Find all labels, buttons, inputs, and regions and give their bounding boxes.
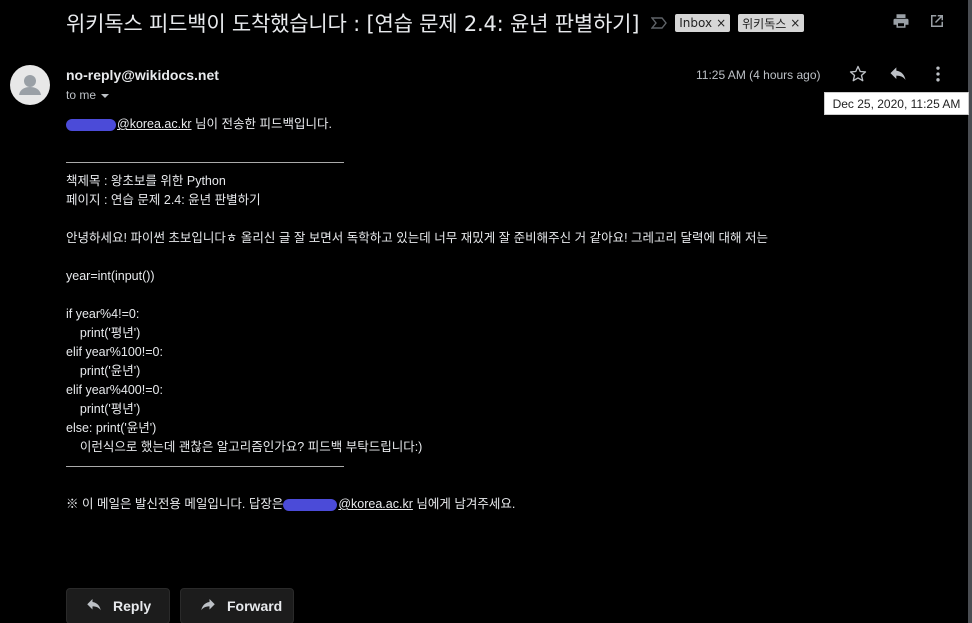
code-line: if year%4!=0:: [66, 307, 140, 321]
code-line: 이런식으로 했는데 괜찮은 알고리즘인가요? 피드백 부탁드립니다:): [66, 440, 423, 454]
reply-icon[interactable]: [888, 64, 908, 84]
recipient-text: to me: [66, 88, 97, 102]
notice-text: ※ 이 메일은 발신전용 메일입니다. 답장은: [66, 497, 284, 511]
sender-email-link[interactable]: @korea.ac.kr: [117, 117, 192, 131]
person-icon: [19, 75, 41, 95]
label-chip-text: Inbox: [679, 16, 713, 30]
subject-row: 위키독스 피드백이 도착했습니다 : [연습 문제 2.4: 윤년 판별하기] …: [66, 6, 962, 40]
reply-icon: [85, 596, 103, 617]
more-options-icon[interactable]: [928, 64, 948, 84]
remove-label-icon[interactable]: ×: [716, 16, 726, 30]
greeting-text: 안녕하세요! 파이썬 초보입니다ㅎ 올리신 글 잘 보면서 독학하고 있는데 너…: [66, 231, 768, 245]
divider: [66, 162, 344, 164]
forward-button[interactable]: Forward: [180, 588, 294, 623]
remove-label-icon[interactable]: ×: [790, 16, 800, 30]
label-chip-inbox[interactable]: Inbox ×: [675, 14, 731, 32]
intro-line: @korea.ac.kr 님이 전송한 피드백입니다.: [66, 115, 768, 134]
code-line: print('평년'): [66, 326, 141, 340]
sender-address: no-reply@wikidocs.net: [66, 67, 219, 83]
code-line: print('평년'): [66, 402, 141, 416]
code-line: print('윤년'): [66, 364, 141, 378]
message-timestamp: 11:25 AM (4 hours ago): [696, 68, 821, 82]
label-chip-wikidocs[interactable]: 위키독스 ×: [738, 14, 805, 32]
notice-text-end: 님에게 남겨주세요.: [412, 497, 516, 511]
label-chip-text: 위키독스: [742, 16, 787, 31]
code-line: year=int(input()): [66, 269, 155, 283]
print-icon[interactable]: [892, 12, 910, 30]
forward-icon: [199, 596, 217, 617]
forward-button-label: Forward: [227, 598, 283, 614]
intro-text: 님이 전송한 피드백입니다.: [191, 117, 332, 131]
star-icon[interactable]: [848, 64, 868, 84]
open-in-new-window-icon[interactable]: [928, 12, 946, 30]
reply-email-link[interactable]: @korea.ac.kr: [338, 497, 413, 511]
header-actions: [892, 12, 946, 30]
message-body: @korea.ac.kr 님이 전송한 피드백입니다. 책제목 : 왕초보를 위…: [66, 115, 768, 514]
code-line: elif year%100!=0:: [66, 345, 163, 359]
recipients-toggle[interactable]: to me: [66, 88, 110, 102]
code-line: else: print('윤년'): [66, 421, 157, 435]
separator-line: [66, 153, 768, 172]
divider: [66, 466, 344, 468]
reply-button-label: Reply: [113, 598, 152, 614]
email-subject: 위키독스 피드백이 도착했습니다 : [연습 문제 2.4: 윤년 판별하기]: [66, 12, 640, 36]
separator-line: [66, 457, 768, 476]
important-marker-icon[interactable]: [651, 16, 668, 30]
chevron-down-icon[interactable]: [100, 88, 110, 102]
code-line: elif year%400!=0:: [66, 383, 163, 397]
message-actions: [848, 64, 948, 84]
notice-line: ※ 이 메일은 발신전용 메일입니다. 답장은 @korea.ac.kr 님에게 …: [66, 495, 768, 514]
reply-button[interactable]: Reply: [66, 588, 170, 623]
timestamp-tooltip: Dec 25, 2020, 11:25 AM: [824, 92, 969, 115]
page-title: 페이지 : 연습 문제 2.4: 윤년 판별하기: [66, 193, 261, 207]
redaction-mark: [283, 498, 338, 511]
book-title: 책제목 : 왕초보를 위한 Python: [66, 174, 226, 188]
redaction-mark: [66, 118, 116, 131]
avatar: [10, 65, 50, 105]
